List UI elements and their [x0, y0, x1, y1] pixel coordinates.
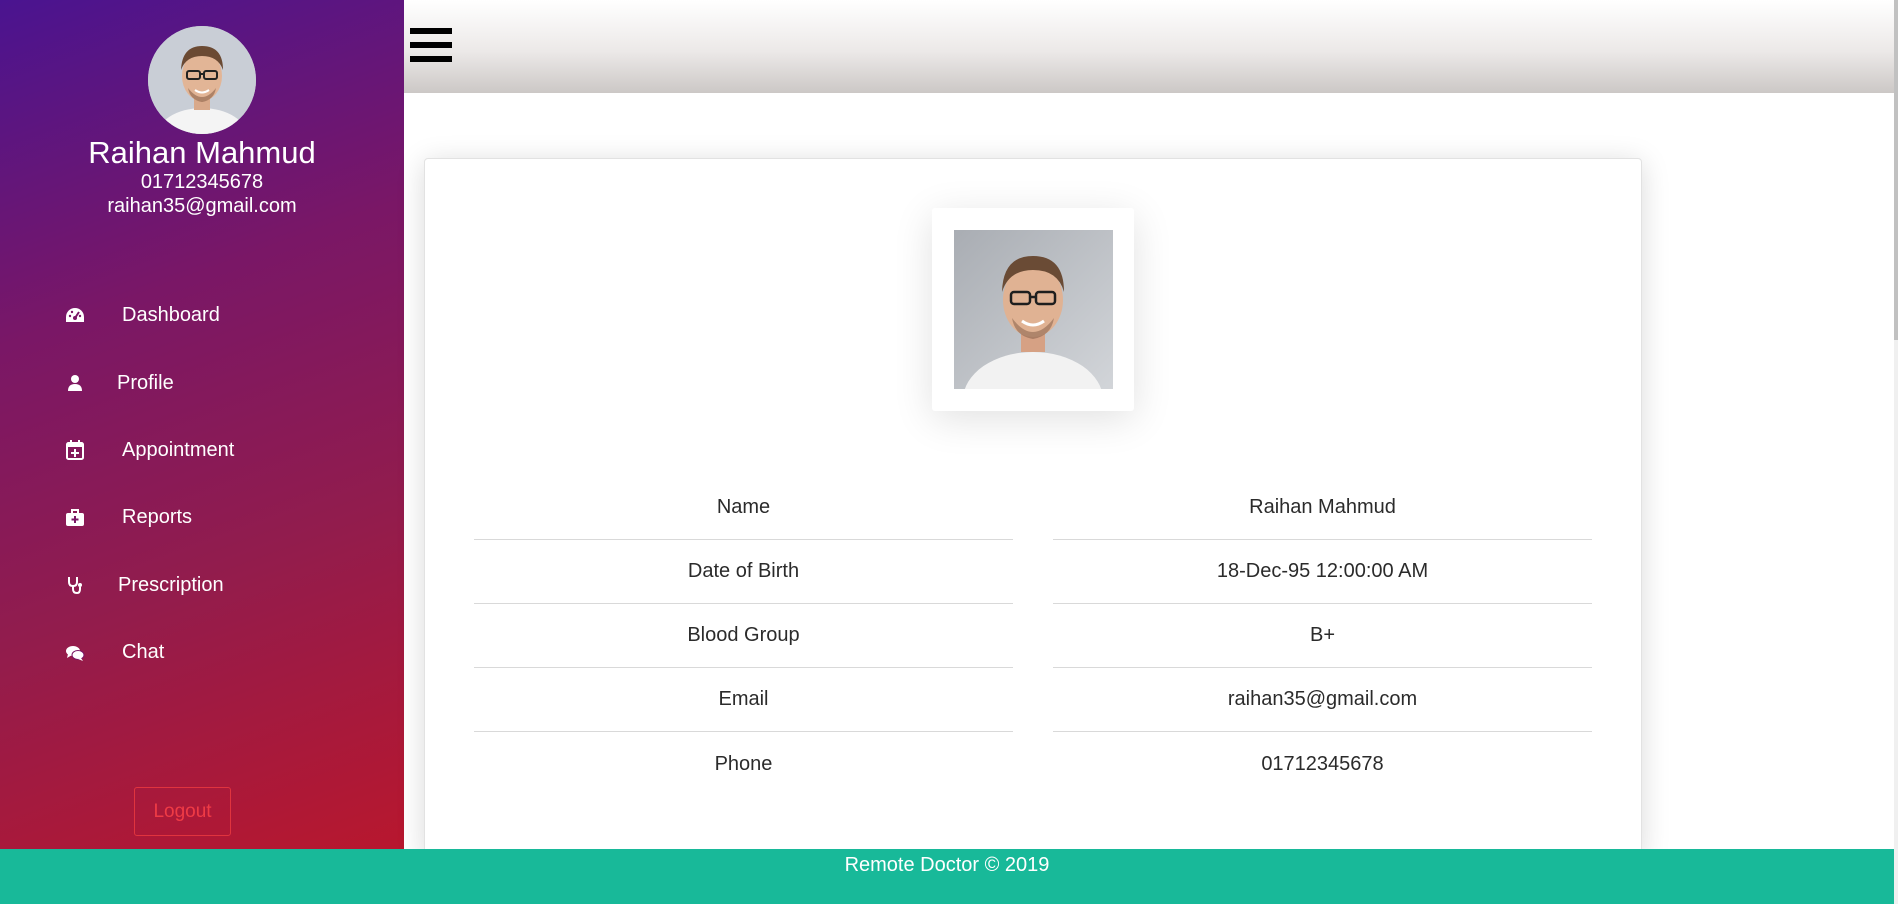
sidebar-item-label: Profile	[117, 371, 174, 394]
sidebar: Raihan Mahmud 01712345678 raihan35@gmail…	[0, 0, 404, 849]
sidebar-item-label: Prescription	[118, 573, 224, 596]
sidebar-item-label: Dashboard	[122, 304, 220, 327]
sidebar-item-dashboard[interactable]: Dashboard	[0, 282, 404, 349]
stethoscope-icon	[64, 574, 86, 596]
sidebar-item-prescription[interactable]: Prescription	[0, 552, 404, 619]
user-icon	[64, 372, 86, 394]
sidebar-item-chat[interactable]: Chat	[0, 619, 404, 686]
user-name: Raihan Mahmud	[88, 135, 316, 170]
profile-label: Phone	[714, 752, 773, 775]
medkit-icon	[64, 507, 86, 529]
sidebar-item-label: Chat	[122, 641, 165, 664]
person-avatar-icon	[148, 26, 256, 134]
profile-value: B+	[1053, 604, 1592, 668]
footer: Remote Doctor © 2019	[0, 849, 1894, 904]
profile-labels-table: Name Date of Birth Blood Group Email Pho…	[474, 476, 1013, 796]
sidebar-item-reports[interactable]: Reports	[0, 484, 404, 551]
profile-value: 01712345678	[1261, 752, 1384, 775]
profile-values-table: Raihan Mahmud 18-Dec-95 12:00:00 AM B+ r…	[1053, 476, 1592, 796]
scrollbar-thumb[interactable]	[1894, 0, 1898, 340]
profile-value: Raihan Mahmud	[1053, 476, 1592, 540]
profile-photo	[954, 230, 1113, 389]
avatar	[148, 26, 256, 134]
dashboard-icon	[64, 305, 86, 327]
sidebar-item-label: Reports	[122, 506, 193, 529]
person-photo-icon	[954, 230, 1113, 389]
sidebar-nav: Dashboard Profile Appointment Reports Pr…	[0, 282, 404, 686]
user-email: raihan35@gmail.com	[107, 195, 297, 217]
profile-label: Email	[474, 668, 1013, 732]
profile-label: Name	[474, 476, 1013, 540]
profile-photo-frame	[932, 208, 1134, 411]
calendar-plus-icon	[64, 439, 86, 461]
sidebar-item-profile[interactable]: Profile	[0, 349, 404, 416]
top-bar	[404, 0, 1894, 93]
profile-value: 18-Dec-95 12:00:00 AM	[1053, 540, 1592, 604]
profile-label: Date of Birth	[474, 540, 1013, 604]
logout-button[interactable]: Logout	[134, 787, 231, 836]
profile-label: Blood Group	[474, 604, 1013, 668]
chat-icon	[64, 642, 86, 664]
scrollbar[interactable]	[1894, 0, 1898, 904]
user-phone: 01712345678	[140, 171, 264, 193]
sidebar-item-appointment[interactable]: Appointment	[0, 417, 404, 484]
sidebar-item-label: Appointment	[122, 438, 235, 461]
hamburger-menu-icon[interactable]	[410, 28, 452, 62]
profile-value: raihan35@gmail.com	[1053, 668, 1592, 732]
